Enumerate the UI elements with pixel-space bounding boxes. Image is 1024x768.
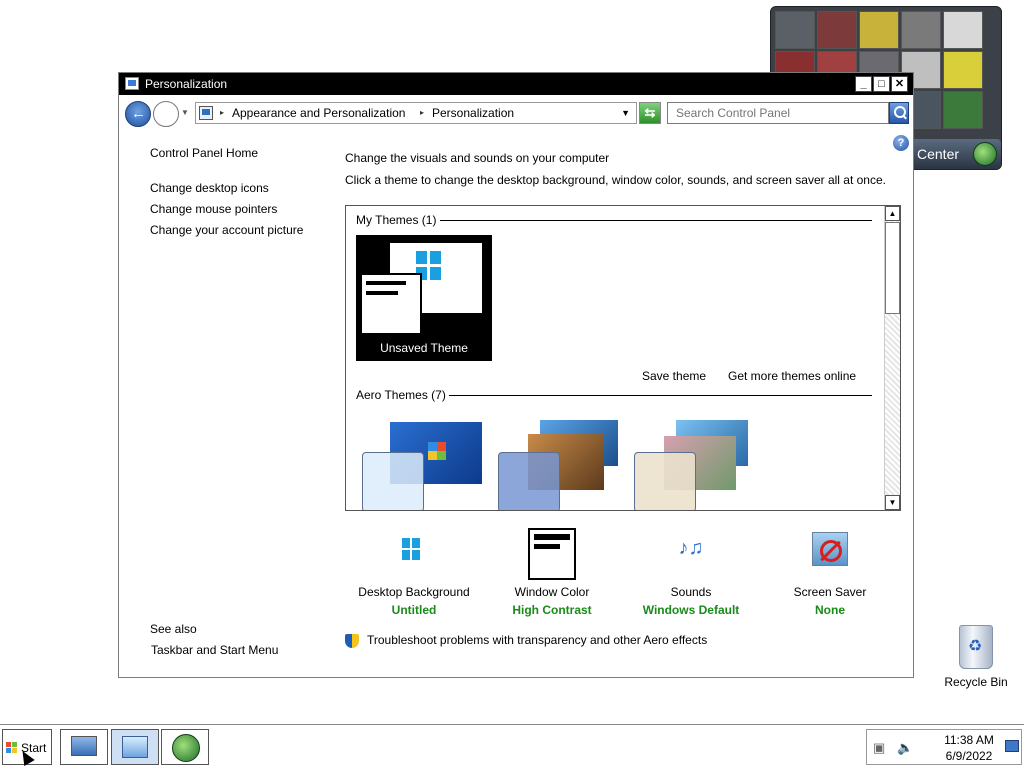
- preview-window: [360, 273, 422, 335]
- server-manager-taskbar-button[interactable]: [60, 729, 108, 765]
- page-description: Click a theme to change the desktop back…: [345, 173, 886, 187]
- personalization-window: Personalization _ □ ✕ ← ▼ ▸ Appearance a…: [118, 72, 914, 678]
- gadget-tile: [943, 11, 983, 49]
- windows-flag-icon: [6, 742, 18, 754]
- see-also-heading: See also: [150, 622, 197, 636]
- back-button[interactable]: ←: [125, 101, 151, 127]
- recycle-bin-label: Recycle Bin: [944, 675, 1008, 689]
- volume-icon[interactable]: 🔈: [897, 740, 913, 756]
- screen-saver-tile[interactable]: Screen Saver None: [760, 528, 900, 617]
- save-theme-link[interactable]: Save theme: [642, 369, 706, 383]
- glass-swatch: [498, 452, 560, 510]
- control-panel-icon: [125, 77, 139, 90]
- back-arrow-icon: ←: [131, 105, 146, 122]
- glass-swatch: [362, 452, 424, 510]
- minimize-button[interactable]: _: [855, 76, 872, 92]
- group-divider: [449, 395, 872, 396]
- change-desktop-icons-link[interactable]: Change desktop icons: [150, 181, 269, 195]
- media-center-button[interactable]: Center: [911, 139, 1001, 169]
- taskbar-start-menu-link[interactable]: Taskbar and Start Menu: [151, 643, 278, 657]
- gadget-tile: [901, 11, 941, 49]
- get-more-themes-link[interactable]: Get more themes online: [728, 369, 856, 383]
- aero-theme-thumbnail[interactable]: [356, 416, 482, 510]
- scroll-thumb[interactable]: [885, 222, 900, 314]
- unsaved-theme-label: Unsaved Theme: [380, 341, 468, 355]
- windows-orb-icon: [973, 142, 997, 166]
- scroll-down-icon[interactable]: ▼: [885, 495, 900, 510]
- gadget-tile: [775, 11, 815, 49]
- control-panel-taskbar-button[interactable]: [111, 729, 159, 765]
- taskbar: Start ▣ 🔈 11:38 AM 6/9/2022: [0, 724, 1024, 768]
- my-themes-group-header: My Themes (1): [356, 213, 437, 227]
- gadget-tile: [943, 51, 983, 89]
- breadcrumb-arrow-icon[interactable]: ▸: [220, 108, 224, 117]
- tile-value: High Contrast: [512, 603, 592, 617]
- control-panel-icon: [199, 106, 213, 120]
- troubleshoot-aero-link[interactable]: Troubleshoot problems with transparency …: [345, 633, 708, 648]
- clock-date[interactable]: 6/9/2022: [937, 749, 1001, 763]
- network-icon[interactable]: ▣: [873, 740, 885, 756]
- forward-button[interactable]: [153, 101, 179, 127]
- sounds-tile[interactable]: ♪♫ Sounds Windows Default: [621, 528, 761, 617]
- maximize-button[interactable]: □: [873, 76, 890, 92]
- tile-name: Sounds: [670, 585, 712, 599]
- shield-icon: [345, 634, 359, 648]
- navigation-bar: ← ▼ ▸ Appearance and Personalization ▸ P…: [119, 96, 913, 132]
- media-center-icon: [172, 734, 200, 762]
- screen-saver-icon: [808, 528, 852, 580]
- tile-name: Screen Saver: [793, 585, 867, 599]
- breadcrumb-arrow-icon[interactable]: ▸: [420, 108, 424, 117]
- tile-value: None: [815, 603, 845, 617]
- clock-time[interactable]: 11:38 AM: [937, 733, 1001, 747]
- windows-logo-icon: [428, 442, 446, 460]
- system-tray: ▣ 🔈 11:38 AM 6/9/2022: [866, 729, 1022, 765]
- window-title: Personalization: [145, 77, 228, 91]
- address-dropdown-icon[interactable]: ▼: [621, 108, 630, 118]
- page-heading: Change the visuals and sounds on your co…: [345, 151, 610, 165]
- close-button[interactable]: ✕: [891, 76, 908, 92]
- tile-name: Window Color: [514, 585, 590, 599]
- control-panel-home-link[interactable]: Control Panel Home: [150, 146, 258, 160]
- control-panel-icon: [122, 736, 148, 758]
- glass-swatch: [634, 452, 696, 510]
- tile-name: Desktop Background: [358, 585, 470, 599]
- sounds-icon: ♪♫: [678, 537, 704, 559]
- gadget-tile: [943, 91, 983, 129]
- show-desktop-icon[interactable]: [1005, 740, 1019, 752]
- window-color-icon: [528, 528, 576, 580]
- media-center-label: Center: [917, 146, 960, 162]
- title-bar[interactable]: Personalization _ □ ✕: [119, 73, 913, 95]
- help-icon[interactable]: ?: [893, 135, 909, 151]
- themes-scrollbar[interactable]: ▲ ▼: [884, 206, 900, 510]
- address-bar[interactable]: ▸ Appearance and Personalization ▸ Perso…: [195, 102, 637, 124]
- aero-themes-group-header: Aero Themes (7): [356, 388, 446, 402]
- breadcrumb-personalization[interactable]: Personalization: [432, 106, 514, 120]
- recycle-bin-icon: [959, 625, 993, 669]
- desktop-background-tile[interactable]: Desktop Background Untitled: [344, 528, 484, 617]
- desktop-background-icon: [402, 528, 426, 580]
- themes-list[interactable]: My Themes (1) Unsaved Theme Save theme G…: [345, 205, 901, 511]
- window-color-tile[interactable]: Window Color High Contrast: [482, 528, 622, 617]
- group-divider: [440, 220, 872, 221]
- aero-theme-thumbnail[interactable]: [492, 416, 618, 510]
- recycle-bin-desktop-icon[interactable]: Recycle Bin: [936, 625, 1016, 689]
- troubleshoot-text: Troubleshoot problems with transparency …: [367, 633, 708, 647]
- gadget-tile: [859, 11, 899, 49]
- recent-pages-arrow-icon[interactable]: ▼: [181, 108, 189, 117]
- search-input[interactable]: [667, 102, 889, 124]
- refresh-button[interactable]: ⇆: [639, 102, 661, 124]
- tile-value: Windows Default: [642, 603, 740, 617]
- tile-value: Untitled: [391, 603, 437, 617]
- change-account-picture-link[interactable]: Change your account picture: [150, 223, 303, 237]
- unsaved-theme-thumbnail[interactable]: Unsaved Theme: [356, 235, 492, 361]
- server-manager-icon: [71, 736, 97, 756]
- change-mouse-pointers-link[interactable]: Change mouse pointers: [150, 202, 277, 216]
- windows-media-center-taskbar-button[interactable]: [161, 729, 209, 765]
- aero-theme-thumbnail[interactable]: [628, 416, 754, 510]
- breadcrumb-appearance[interactable]: Appearance and Personalization: [232, 106, 405, 120]
- gadget-tile: [817, 11, 857, 49]
- scroll-up-icon[interactable]: ▲: [885, 206, 900, 221]
- search-icon[interactable]: [889, 102, 909, 124]
